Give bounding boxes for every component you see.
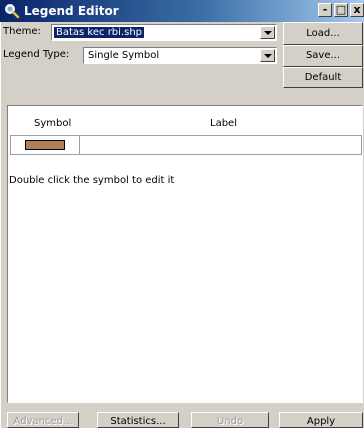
minimize-button[interactable]: - <box>318 3 332 17</box>
chevron-down-icon[interactable] <box>260 26 275 39</box>
legend-panel: Symbol Label Double click the symbol to … <box>7 105 363 403</box>
window-title: Legend Editor <box>24 4 119 18</box>
save-button[interactable]: Save... <box>283 45 363 67</box>
symbol-swatch[interactable] <box>25 140 65 150</box>
label-column-header: Label <box>210 118 237 129</box>
legend-type-dropdown[interactable]: Single Symbol <box>83 47 277 64</box>
symbol-column-header: Symbol <box>34 118 72 129</box>
maximize-button[interactable]: □ <box>334 3 348 17</box>
theme-value: Batas kec rbi.shp <box>54 27 145 38</box>
legend-type-value: Single Symbol <box>88 50 160 61</box>
theme-label: Theme: <box>3 26 41 37</box>
undo-button[interactable]: Undo <box>191 412 269 428</box>
table-row[interactable] <box>10 135 362 155</box>
statistics-button[interactable]: Statistics... <box>97 412 179 428</box>
load-button[interactable]: Load... <box>283 22 363 45</box>
close-button[interactable]: x <box>350 3 364 17</box>
default-button[interactable]: Default <box>283 67 363 88</box>
advanced-button[interactable]: Advanced... <box>7 412 79 428</box>
title-bar[interactable]: Legend Editor - □ x <box>0 0 364 22</box>
legend-editor-dialog: Theme: Batas kec rbi.shp Legend Type: Si… <box>0 22 364 428</box>
chevron-down-icon[interactable] <box>260 49 275 62</box>
theme-dropdown[interactable]: Batas kec rbi.shp <box>51 24 277 41</box>
edit-hint: Double click the symbol to edit it <box>9 175 175 186</box>
column-divider <box>79 136 80 154</box>
legend-type-label: Legend Type: <box>3 49 70 60</box>
apply-button[interactable]: Apply <box>279 412 363 428</box>
search-icon <box>5 4 20 19</box>
